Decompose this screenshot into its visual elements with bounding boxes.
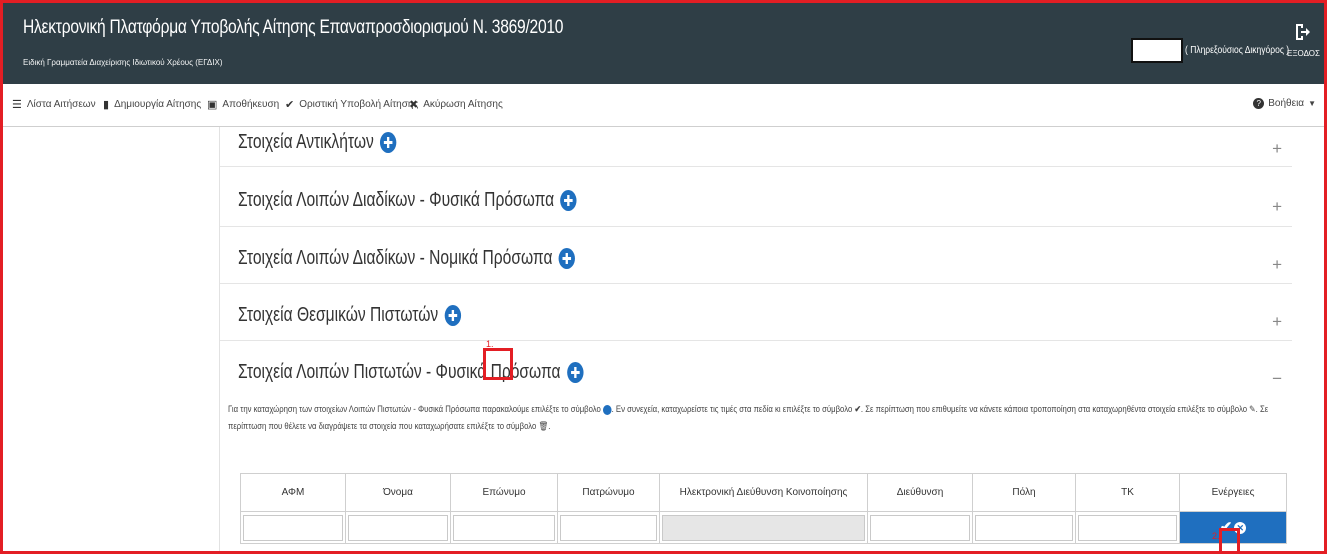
toolbar-label: Δημιουργία Αίτησης [114, 99, 202, 110]
highlight-box-add [483, 348, 513, 380]
times-icon: ✖ [409, 99, 419, 111]
help-menu[interactable]: ? Βοήθεια ▼ [1253, 98, 1316, 109]
save-icon: ▣ [207, 99, 218, 111]
toolbar-save[interactable]: ▣ Αποθήκευση [207, 98, 279, 111]
toolbar-label: Ακύρωση Αίτησης [423, 99, 503, 110]
toolbar: ☰ Λίστα Αιτήσεων ▮ Δημιουργία Αίτησης ▣ … [3, 84, 1324, 127]
add-circle-icon[interactable] [560, 190, 577, 211]
toolbar-final-submit[interactable]: ✔ Οριστική Υποβολή Αίτησης [285, 98, 418, 111]
add-circle-icon[interactable] [444, 305, 461, 326]
section-title-text: Στοιχεία Λοιπών Διαδίκων - Φυσικά Πρόσωπ… [238, 189, 555, 211]
check-icon: ✔ [285, 99, 295, 111]
help-icon: ? [1253, 98, 1265, 109]
col-afm: ΑΦΜ [240, 473, 346, 512]
table-row: ✔ ✕ [240, 511, 1287, 544]
section-institutional-creditors[interactable]: Στοιχεία Θεσμικών Πιστωτών + [220, 284, 1292, 341]
logout-label: ΕΞΟΔΟΣ [1287, 49, 1320, 58]
list-icon: ☰ [12, 99, 22, 111]
address-input[interactable] [870, 514, 970, 541]
add-circle-icon [603, 404, 612, 415]
highlight-box-confirm [1219, 528, 1240, 551]
section-title-text: Στοιχεία Λοιπών Διαδίκων - Νομικά Πρόσωπ… [238, 247, 553, 269]
fathers-name-input[interactable] [560, 514, 657, 541]
expand-toggle-icon[interactable]: + [1272, 312, 1282, 332]
section-title: Στοιχεία Αντικλήτων [238, 131, 397, 154]
toolbar-label: Αποθήκευση [222, 99, 280, 110]
app-frame: Ηλεκτρονική Πλατφόρμα Υποβολής Αίτησης Ε… [0, 0, 1327, 554]
col-address: Διεύθυνση [867, 473, 973, 512]
user-name-box [1131, 38, 1183, 63]
app-title: Ηλεκτρονική Πλατφόρμα Υποβολής Αίτησης Ε… [23, 17, 564, 38]
col-fathers-name: Πατρώνυμο [557, 473, 660, 512]
col-email-address: Ηλεκτρονική Διεύθυνση Κοινοποίησης [659, 473, 868, 512]
creditors-table: ΑΦΜ Όνομα Επώνυμο Πατρώνυμο Ηλεκτρονική … [240, 473, 1287, 544]
section-other-parties-legal[interactable]: Στοιχεία Λοιπών Διαδίκων - Νομικά Πρόσωπ… [220, 227, 1292, 284]
last-name-input[interactable] [453, 514, 555, 541]
sign-out-icon [1296, 24, 1310, 40]
city-input[interactable] [975, 514, 1073, 541]
toolbar-cancel-application[interactable]: ✖ Ακύρωση Αίτησης [409, 98, 503, 111]
user-role: ( Πληρεξούσιος Δικηγόρος ) [1185, 45, 1290, 56]
expand-toggle-icon[interactable]: + [1272, 255, 1282, 275]
app-subtitle: Ειδική Γραμματεία Διαχείρισης Ιδιωτικού … [23, 58, 223, 67]
add-circle-icon[interactable] [380, 132, 397, 153]
section-title-text: Στοιχεία Αντικλήτων [238, 131, 374, 153]
caret-down-icon: ▼ [1308, 99, 1316, 108]
section-attorneys[interactable]: Στοιχεία Αντικλήτων + [220, 127, 1292, 167]
section-other-parties-natural[interactable]: Στοιχεία Λοιπών Διαδίκων - Φυσικά Πρόσωπ… [220, 167, 1292, 227]
expand-toggle-icon[interactable]: + [1272, 197, 1282, 217]
col-actions: Ενέργειες [1179, 473, 1287, 512]
section-title-text: Στοιχεία Θεσμικών Πιστωτών [238, 304, 439, 326]
instructions-text: Για την καταχώρηση των στοιχείων Λοιπών … [228, 404, 1269, 431]
postal-code-input[interactable] [1078, 514, 1177, 541]
section-title: Στοιχεία Λοιπών Διαδίκων - Φυσικά Πρόσωπ… [238, 189, 577, 212]
collapse-toggle-icon[interactable]: − [1272, 369, 1282, 389]
first-name-input[interactable] [348, 514, 448, 541]
expand-toggle-icon[interactable]: + [1272, 139, 1282, 159]
col-postal-code: ΤΚ [1075, 473, 1180, 512]
toolbar-create-application[interactable]: ▮ Δημιουργία Αίτησης [103, 98, 201, 111]
col-city: Πόλη [972, 473, 1076, 512]
add-circle-icon[interactable] [558, 248, 576, 269]
trash-icon: 🗑 [538, 421, 549, 431]
main-content: Στοιχεία Αντικλήτων + Στοιχεία Λοιπών Δι… [219, 127, 1292, 551]
afm-input[interactable] [243, 514, 343, 541]
email-address-input [662, 514, 865, 541]
section-title: Στοιχεία Λοιπών Πιστωτών - Φυσικά Πρόσωπ… [238, 361, 584, 384]
table-header-row: ΑΦΜ Όνομα Επώνυμο Πατρώνυμο Ηλεκτρονική … [240, 473, 1287, 512]
help-label: Βοήθεια [1268, 98, 1305, 109]
section-title: Στοιχεία Θεσμικών Πιστωτών [238, 304, 461, 327]
toolbar-label: Οριστική Υποβολή Αίτησης [299, 99, 419, 110]
section-title: Στοιχεία Λοιπών Διαδίκων - Νομικά Πρόσωπ… [238, 247, 576, 270]
col-first-name: Όνομα [345, 473, 451, 512]
app-header: Ηλεκτρονική Πλατφόρμα Υποβολής Αίτησης Ε… [3, 3, 1324, 84]
col-last-name: Επώνυμο [450, 473, 558, 512]
toolbar-label: Λίστα Αιτήσεων [26, 99, 96, 110]
logout-button[interactable]: ΕΞΟΔΟΣ [1287, 23, 1320, 58]
add-circle-icon[interactable] [566, 362, 584, 383]
toolbar-application-list[interactable]: ☰ Λίστα Αιτήσεων [12, 98, 96, 111]
file-icon: ▮ [103, 99, 110, 111]
